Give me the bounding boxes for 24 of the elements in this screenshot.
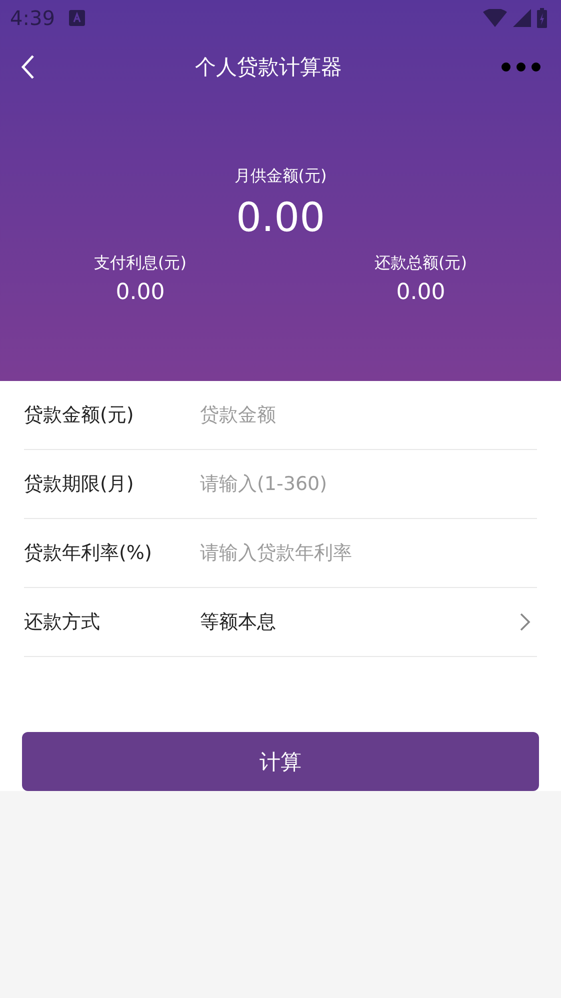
signal-icon [513, 9, 531, 27]
select-value[interactable]: 等额本息 [200, 609, 519, 635]
field-label: 还款方式 [24, 610, 101, 635]
page-title: 个人贷款计算器 [194, 54, 343, 81]
input-field[interactable]: 请输入(1-360) [200, 473, 537, 495]
back-icon[interactable] [20, 54, 36, 80]
notification-icon [68, 10, 85, 26]
field-label: 贷款年利率(%) [24, 541, 153, 566]
calculate-button[interactable]: 计算 [22, 732, 539, 791]
summary-value: 0.00 [116, 280, 165, 305]
summary-label: 还款总额(元) [374, 253, 467, 274]
wifi-icon [483, 9, 507, 27]
summary-label: 支付利息(元) [94, 253, 186, 274]
more-icon[interactable] [501, 62, 541, 72]
input-field[interactable]: 贷款金额 [200, 404, 537, 426]
field-label: 贷款期限(月) [24, 472, 135, 497]
summary-value: 0.00 [396, 280, 446, 305]
summary-value: 0.00 [236, 195, 326, 241]
battery-icon [537, 8, 547, 28]
chevron-right-icon[interactable] [519, 612, 531, 632]
field-label: 贷款金额(元) [24, 403, 135, 428]
summary-label: 月供金额(元) [234, 166, 327, 187]
input-field[interactable]: 请输入贷款年利率 [200, 542, 537, 564]
status-time: 4:39 [10, 6, 55, 30]
